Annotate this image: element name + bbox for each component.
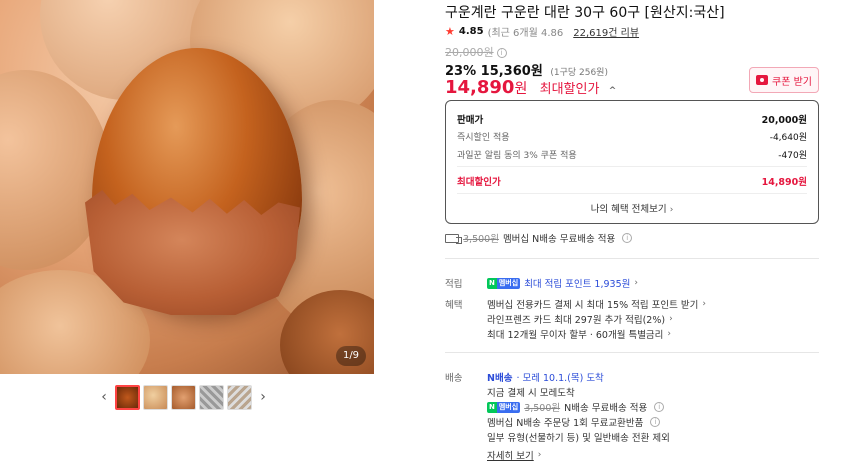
thumbnail-strip: ‹ › <box>96 382 276 412</box>
breakdown-total-value: 14,890원 <box>761 177 807 188</box>
chevron-right-icon: › <box>667 329 672 339</box>
delivery-line: 지금 결제 시 모레도착 <box>487 385 575 399</box>
breakdown-total-label: 최대할인가 <box>457 177 501 188</box>
divider <box>457 166 807 167</box>
breakdown-total-row: 최대할인가 14,890원 <box>457 174 807 188</box>
delivery-arrival-row: N배송 · 모레 10.1.(목) 도착 <box>487 370 604 384</box>
thumbnail[interactable] <box>115 384 140 410</box>
price-breakdown-box: 판매가 20,000원 즉시할인 적용 -4,640원 과일꾼 알림 동의 3%… <box>445 100 819 224</box>
divider <box>445 258 819 259</box>
coupon-button-label: 쿠폰 받기 <box>772 76 812 88</box>
breakdown-row: 판매가 20,000원 <box>457 112 807 126</box>
badge-membership: 멤버십 <box>496 277 521 289</box>
breakdown-row: 즉시할인 적용 -4,640원 <box>457 130 807 143</box>
truck-icon <box>445 233 462 244</box>
delivery-arrival: · 모레 10.1.(목) 도착 <box>516 373 604 384</box>
rating-row: ★ 4.85 (최근 6개월 4.86 22,619건 리뷰 <box>445 24 639 39</box>
delivery-text: 지금 결제 시 모레도착 <box>487 388 575 399</box>
breakdown-value: 20,000원 <box>761 115 807 126</box>
delivery-text: 일부 유형(선물하기 등) 및 일반배송 전환 제외 <box>487 433 670 444</box>
points-text: 최대 적립 포인트 1,935원 <box>524 279 631 290</box>
thumbnail[interactable] <box>143 384 168 410</box>
delivery-line: 멤버십 N배송 주문당 1회 무료교환반품 i <box>487 415 661 429</box>
info-icon[interactable]: i <box>496 48 507 58</box>
star-icon: ★ <box>445 25 455 38</box>
delivery-text: N배송 무료배송 적용 <box>564 403 648 414</box>
delivery-more-link[interactable]: 자세히 보기 › <box>487 448 541 462</box>
best-price-row[interactable]: 14,890원 최대할인가 ^ <box>445 77 616 98</box>
divider <box>445 352 819 353</box>
thumbnail[interactable] <box>227 384 252 410</box>
breakdown-row: 과일꾼 알림 동의 3% 쿠폰 적용 -470원 <box>457 148 807 161</box>
badge-n: N <box>487 401 497 413</box>
best-price-currency: 원 <box>514 81 528 97</box>
review-count-link[interactable]: 22,619건 리뷰 <box>573 24 639 39</box>
original-price: 20,000원 <box>445 46 494 59</box>
benefits-label: 혜택 <box>445 300 463 311</box>
coupon-icon <box>756 75 768 85</box>
thumbnail[interactable] <box>199 384 224 410</box>
delivery-line: N 멤버십 3,500원 N배송 무료배송 적용 i <box>487 400 665 414</box>
benefit-text: 멤버십 전용카드 결제 시 최대 15% 적립 포인트 받기 <box>487 300 699 311</box>
points-row[interactable]: N 멤버십 최대 적립 포인트 1,935원 › <box>487 276 638 290</box>
delivery-more-text: 자세히 보기 <box>487 451 534 462</box>
divider <box>457 193 807 194</box>
badge-n: N <box>487 277 497 289</box>
my-benefits-link[interactable]: 나의 혜택 전체보기 › <box>446 201 818 215</box>
breakdown-value: -470원 <box>778 151 807 161</box>
breakdown-value: -4,640원 <box>769 133 807 143</box>
product-title: 구운계란 구운란 대란 30구 60구 [원산지:국산] <box>445 5 725 21</box>
chevron-left-icon[interactable]: ‹ <box>96 382 112 412</box>
my-benefits-label: 나의 혜택 전체보기 <box>590 204 667 215</box>
rating-recent: (최근 6개월 4.86 <box>487 28 564 39</box>
info-icon[interactable]: i <box>654 402 665 412</box>
delivery-fee-strike: 3,500원 <box>524 403 561 414</box>
chevron-right-icon: › <box>669 205 674 215</box>
shipping-fee-strike: 3,500원 <box>463 234 499 245</box>
chevron-right-icon[interactable]: › <box>255 382 271 412</box>
benefit-item[interactable]: 라인프렌즈 카드 최대 297원 추가 적립(2%) › <box>487 312 673 326</box>
chevron-right-icon: › <box>537 450 542 460</box>
breakdown-label: 즉시할인 적용 <box>457 133 510 143</box>
product-main-image[interactable]: 1/9 <box>0 0 374 374</box>
chevron-up-icon: ^ <box>608 86 617 96</box>
delivery-line: 일부 유형(선물하기 등) 및 일반배송 전환 제외 <box>487 430 670 444</box>
benefit-text: 라인프렌즈 카드 최대 297원 추가 적립(2%) <box>487 315 666 326</box>
benefit-item[interactable]: 멤버십 전용카드 결제 시 최대 15% 적립 포인트 받기 › <box>487 297 706 311</box>
original-price-row: 20,000원 i <box>445 44 507 60</box>
points-label: 적립 <box>445 279 463 290</box>
n-delivery-brand: N배송 <box>487 373 513 384</box>
breakdown-label: 판매가 <box>457 115 484 126</box>
best-price: 14,890 <box>445 77 515 98</box>
benefit-item[interactable]: 최대 12개월 무이자 할부 · 60개월 특별금리 › <box>487 327 671 341</box>
chevron-right-icon: › <box>634 278 638 288</box>
npay-membership-badge: N 멤버십 <box>487 277 521 289</box>
shipping-banner-text: 멤버십 N배송 무료배송 적용 <box>502 234 616 245</box>
chevron-right-icon: › <box>702 299 706 309</box>
image-counter: 1/9 <box>336 346 366 366</box>
npay-membership-badge: N 멤버십 <box>487 401 521 413</box>
benefit-text: 최대 12개월 무이자 할부 · 60개월 특별금리 <box>487 330 664 341</box>
coupon-button[interactable]: 쿠폰 받기 <box>749 67 819 93</box>
thumbnail[interactable] <box>171 384 196 410</box>
shipping-banner: 3,500원 멤버십 N배송 무료배송 적용 i <box>445 231 633 245</box>
badge-membership: 멤버십 <box>496 401 521 413</box>
delivery-label: 배송 <box>445 373 463 384</box>
chevron-right-icon: › <box>669 314 673 324</box>
rating-score: 4.85 <box>458 26 484 37</box>
info-icon[interactable]: i <box>650 417 661 427</box>
breakdown-label: 과일꾼 알림 동의 3% 쿠폰 적용 <box>457 151 577 161</box>
info-icon[interactable]: i <box>622 233 633 243</box>
delivery-text: 멤버십 N배송 주문당 1회 무료교환반품 <box>487 418 644 429</box>
best-price-label: 최대할인가 <box>539 82 600 97</box>
